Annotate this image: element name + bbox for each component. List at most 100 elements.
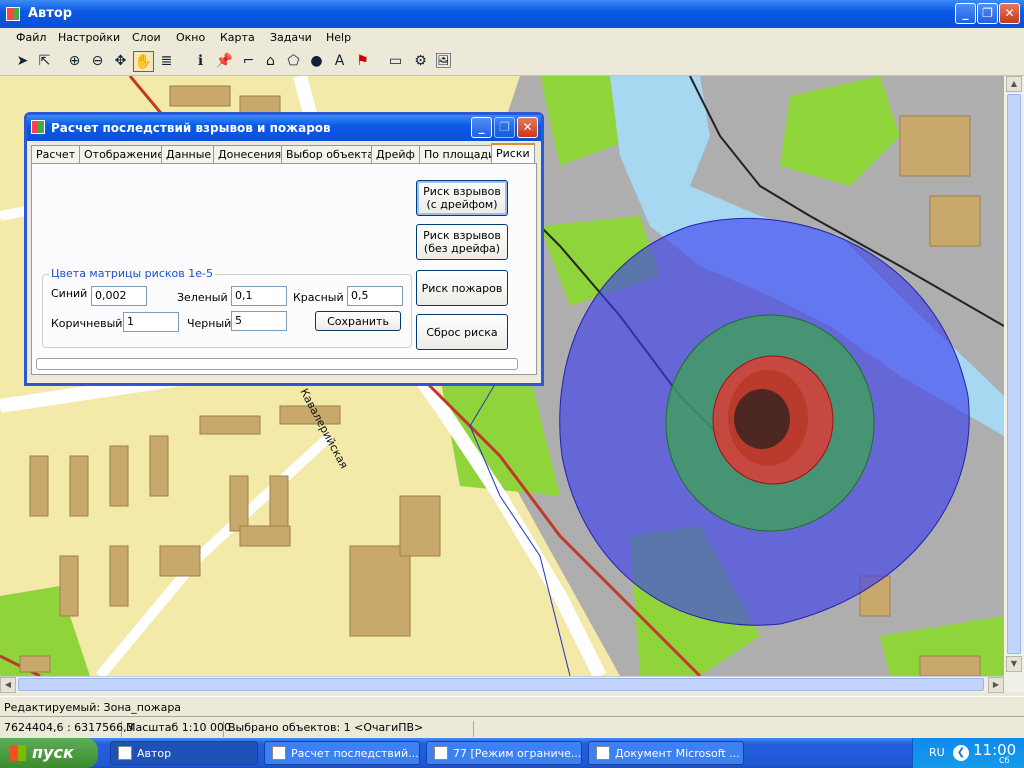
edit-layer-bar: Редактируемый: Зона_пожара <box>0 696 1024 716</box>
risk-dialog: Расчет последствий взрывов и пожаров _ ❐… <box>24 112 544 386</box>
menu-file[interactable]: Файл <box>16 31 46 44</box>
brown-input[interactable]: 1 <box>123 312 179 332</box>
language-indicator[interactable]: RU <box>929 746 945 759</box>
red-label: Красный <box>293 291 344 304</box>
red-input[interactable]: 0,5 <box>347 286 403 306</box>
task-label: Документ Microsoft ... <box>615 747 740 760</box>
start-label: пуск <box>32 743 74 762</box>
tab-area[interactable]: По площади <box>419 145 501 163</box>
black-label: Черный <box>187 317 232 330</box>
scroll-down-icon[interactable]: ▼ <box>1006 656 1022 672</box>
ruler-icon[interactable]: ▭ <box>385 51 406 72</box>
pin-icon[interactable]: 📌 <box>214 51 235 72</box>
dialog-titlebar[interactable]: Расчет последствий взрывов и пожаров _ ❐… <box>27 115 541 141</box>
system-tray: RU ❮ 11:00 Сб <box>912 738 1024 768</box>
black-input[interactable]: 5 <box>231 311 287 331</box>
arrow-select-icon[interactable]: ➤ <box>12 51 33 72</box>
pan-all-icon[interactable]: ✥ <box>110 51 131 72</box>
task-label: Автор <box>137 747 172 760</box>
minimize-button[interactable]: _ <box>955 3 976 24</box>
status-scale: Масштаб 1:10 000 <box>122 721 231 737</box>
status-coordinates: 7624404,6 : 6317566,3 <box>0 721 134 737</box>
dialog-minimize-button[interactable]: _ <box>471 117 492 138</box>
flag-icon[interactable]: ⚑ <box>352 51 373 72</box>
green-label: Зеленый <box>177 291 228 304</box>
menu-bar: Файл Настройки Слои Окно Карта Задачи He… <box>0 28 1024 48</box>
menu-window[interactable]: Окно <box>176 31 205 44</box>
horizontal-scroll-thumb[interactable] <box>18 678 984 691</box>
tab-display[interactable]: Отображение <box>79 145 170 163</box>
menu-settings[interactable]: Настройки <box>58 31 120 44</box>
toolbar: ➤ ⇱ ⊕ ⊖ ✥ ✋ ≣ ℹ 📌 ⌐ ⌂ ⬠ ● A ⚑ ▭ ⚙ 🖼 <box>0 48 1024 76</box>
app-icon <box>6 7 20 21</box>
polygon-icon[interactable]: ⌂ <box>260 51 281 72</box>
node-select-icon[interactable]: ⇱ <box>34 51 55 72</box>
close-button[interactable]: ✕ <box>999 3 1020 24</box>
status-bar: 7624404,6 : 6317566,3 Масштаб 1:10 000 В… <box>0 716 1024 738</box>
text-icon[interactable]: A <box>329 51 350 72</box>
vertical-scrollbar[interactable]: ▲ ▼ <box>1004 76 1024 692</box>
save-button[interactable]: Сохранить <box>315 311 401 331</box>
risks-panel: Риск взрывов (с дрейфом) Риск взрывов (б… <box>31 163 537 375</box>
tab-reports[interactable]: Донесения <box>213 145 287 163</box>
tab-calc[interactable]: Расчет <box>31 145 81 163</box>
tab-object-select[interactable]: Выбор объекта <box>281 145 380 163</box>
blue-label: Синий <box>51 287 88 300</box>
dialog-app-icon <box>31 120 45 134</box>
region-icon[interactable]: ⬠ <box>283 51 304 72</box>
windows-logo-icon <box>10 745 26 761</box>
word-icon <box>434 746 448 760</box>
window-title: Автор <box>28 6 73 21</box>
horizontal-scrollbar[interactable]: ◀ ▶ <box>0 676 1004 693</box>
image-icon[interactable]: 🖼 <box>433 51 454 72</box>
info-icon[interactable]: ℹ <box>190 51 211 72</box>
zoom-in-icon[interactable]: ⊕ <box>64 51 85 72</box>
menu-help[interactable]: Help <box>326 31 351 44</box>
green-input[interactable]: 0,1 <box>231 286 287 306</box>
start-button[interactable]: пуск <box>0 738 98 768</box>
tab-drift[interactable]: Дрейф <box>371 145 420 163</box>
window-icon <box>118 746 132 760</box>
tab-risks[interactable]: Риски <box>491 143 535 164</box>
menu-map[interactable]: Карта <box>220 31 255 44</box>
edit-layer-text: Редактируемый: Зона_пожара <box>4 701 182 714</box>
task-calc-dialog[interactable]: Расчет последствий... <box>264 741 420 765</box>
tools-icon[interactable]: ⚙ <box>410 51 431 72</box>
scroll-left-icon[interactable]: ◀ <box>0 677 16 693</box>
window-icon <box>272 746 286 760</box>
hand-pan-icon[interactable]: ✋ <box>133 51 154 72</box>
polyline-icon[interactable]: ⌐ <box>238 51 259 72</box>
brown-label: Коричневый <box>51 317 123 330</box>
explosion-risk-nodrift-button[interactable]: Риск взрывов (без дрейфа) <box>416 224 508 260</box>
task-word-doc[interactable]: Документ Microsoft ... <box>588 741 744 765</box>
explosion-risk-drift-button[interactable]: Риск взрывов (с дрейфом) <box>416 180 508 216</box>
task-word-77[interactable]: 77 [Режим ограниче... <box>426 741 582 765</box>
layers-icon[interactable]: ≣ <box>156 51 177 72</box>
menu-tasks[interactable]: Задачи <box>270 31 312 44</box>
dialog-close-button[interactable]: ✕ <box>517 117 538 138</box>
task-label: Расчет последствий... <box>291 747 419 760</box>
clock-day: Сб <box>999 756 1010 765</box>
vertical-scroll-thumb[interactable] <box>1007 94 1021 654</box>
reset-risk-button[interactable]: Сброс риска <box>416 314 508 350</box>
taskbar: пуск Автор Расчет последствий... 77 [Реж… <box>0 738 1024 768</box>
group-caption: Цвета матрицы рисков 1е-5 <box>49 267 215 280</box>
menu-layers[interactable]: Слои <box>132 31 161 44</box>
status-selected: Выбрано объектов: 1 <ОчагиПВ> <box>224 721 474 737</box>
dialog-maximize-button[interactable]: ❐ <box>494 117 515 138</box>
window-titlebar[interactable]: Автор _ ❐ ✕ <box>0 0 1024 28</box>
maximize-button[interactable]: ❐ <box>977 3 998 24</box>
progress-bar <box>36 358 518 370</box>
fire-risk-button[interactable]: Риск пожаров <box>416 270 508 306</box>
blue-input[interactable]: 0,002 <box>91 286 147 306</box>
risk-color-group: Цвета матрицы рисков 1е-5 Синий 0,002 Зе… <box>42 267 412 348</box>
zoom-out-icon[interactable]: ⊖ <box>87 51 108 72</box>
task-avtor[interactable]: Автор <box>110 741 258 765</box>
scroll-right-icon[interactable]: ▶ <box>988 677 1004 693</box>
word-icon <box>596 746 610 760</box>
dialog-title: Расчет последствий взрывов и пожаров <box>51 121 331 135</box>
tab-data[interactable]: Данные <box>161 145 217 163</box>
scroll-up-icon[interactable]: ▲ <box>1006 76 1022 92</box>
ellipse-icon[interactable]: ● <box>306 51 327 72</box>
tray-expand-icon[interactable]: ❮ <box>953 745 969 761</box>
